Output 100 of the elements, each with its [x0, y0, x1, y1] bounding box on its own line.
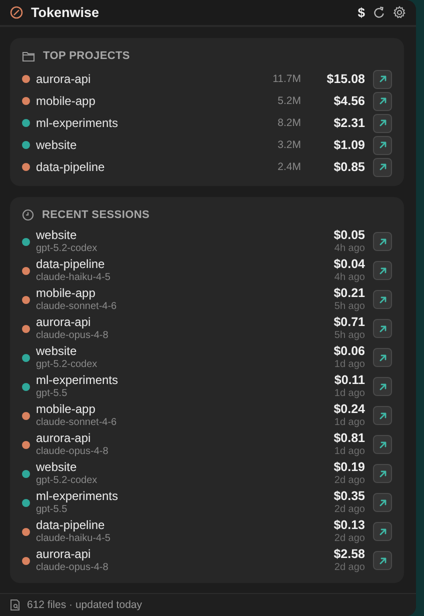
arrow-icon: [378, 440, 388, 450]
open-button[interactable]: [373, 319, 392, 338]
open-button[interactable]: [373, 290, 392, 310]
arrow-icon: [378, 352, 388, 363]
session-time: 5h ago: [334, 329, 365, 342]
arrow-icon: [378, 294, 388, 305]
arrow-icon: [378, 498, 388, 508]
model-name: gpt-5.2-codex: [36, 242, 98, 256]
open-button[interactable]: [373, 114, 392, 133]
session-cost: $0.11: [334, 373, 365, 388]
project-name: ml-experiments: [36, 116, 120, 130]
session-cost: $0.71: [334, 315, 365, 330]
clock-icon: [22, 209, 34, 222]
refresh-button[interactable]: [373, 6, 385, 20]
project-name: website: [36, 344, 78, 358]
open-button[interactable]: [373, 493, 392, 512]
arrow-icon: [378, 266, 388, 276]
project-cost: $0.85: [332, 160, 365, 174]
status-text: 612 files · updated today: [27, 599, 142, 612]
arrow-icon: [378, 556, 388, 566]
open-button[interactable]: [373, 348, 392, 368]
token-count: 2.4M: [276, 161, 301, 174]
project-name: mobile-app: [36, 286, 96, 300]
model-name: gpt-5.2-codex: [36, 358, 98, 372]
open-button[interactable]: [373, 92, 392, 111]
gauge-icon: [10, 6, 23, 20]
open-button[interactable]: [373, 377, 392, 396]
arrow-icon: [378, 410, 388, 421]
session-cost: $0.13: [334, 518, 365, 532]
session-time: 4h ago: [334, 271, 365, 284]
token-count: 8.2M: [276, 117, 301, 130]
session-cost: $0.06: [334, 344, 365, 358]
project-name: aurora-api: [36, 315, 92, 330]
folder-icon: [22, 50, 35, 62]
arrow-icon: [378, 162, 388, 172]
open-button[interactable]: [373, 70, 392, 89]
arrow-icon: [378, 526, 388, 537]
section-title: TOP PROJECTS: [43, 50, 130, 62]
model-name: claude-sonnet-4-6: [36, 300, 118, 314]
arrow-icon: [378, 468, 388, 479]
project-name: website: [36, 460, 78, 474]
project-name: mobile-app: [36, 402, 96, 416]
project-name: aurora-api: [36, 72, 92, 86]
project-cost: $15.08: [326, 72, 365, 86]
project-name: aurora-api: [36, 547, 92, 562]
session-cost: $0.05: [334, 228, 365, 242]
token-count: 5.2M: [276, 95, 301, 108]
session-time: 2d ago: [334, 474, 365, 488]
model-name: claude-sonnet-4-6: [36, 416, 118, 430]
open-button[interactable]: [373, 551, 392, 570]
model-name: gpt-5.5: [36, 387, 68, 400]
open-button[interactable]: [373, 158, 392, 177]
arrow-icon: [378, 96, 388, 106]
arrow-icon: [378, 140, 388, 150]
project-name: data-pipeline: [36, 518, 106, 532]
session-cost: $0.21: [334, 286, 365, 300]
project-name: data-pipeline: [36, 257, 106, 272]
model-name: claude-opus-4-8: [36, 561, 110, 574]
project-name: ml-experiments: [36, 489, 120, 504]
token-count: 11.7M: [272, 73, 301, 86]
app-title: Tokenwise: [31, 5, 100, 20]
project-cost: $4.56: [332, 94, 365, 108]
project-name: aurora-api: [36, 431, 92, 446]
model-name: claude-haiku-4-5: [36, 271, 112, 284]
session-time: 1d ago: [334, 445, 365, 458]
session-time: 1d ago: [334, 387, 365, 400]
project-cost: $2.31: [332, 116, 365, 130]
project-name: mobile-app: [36, 94, 96, 108]
open-button[interactable]: [373, 435, 392, 454]
arrow-icon: [378, 382, 388, 392]
session-cost: $0.35: [334, 489, 365, 504]
open-button[interactable]: [373, 232, 392, 252]
model-name: gpt-5.2-codex: [36, 474, 98, 488]
session-time: 2d ago: [334, 561, 365, 574]
session-cost: $0.81: [334, 431, 365, 446]
model-name: claude-haiku-4-5: [36, 532, 112, 546]
project-name: website: [36, 228, 78, 242]
session-cost: $2.58: [334, 547, 365, 562]
project-cost: $1.09: [332, 138, 365, 152]
open-button[interactable]: [373, 406, 392, 426]
currency-button[interactable]: $: [358, 5, 365, 20]
session-cost: $0.24: [334, 402, 365, 416]
open-button[interactable]: [373, 464, 392, 484]
arrow-icon: [378, 236, 388, 247]
session-cost: $0.04: [334, 257, 365, 272]
arrow-icon: [378, 118, 388, 128]
settings-button[interactable]: [393, 6, 406, 20]
session-time: 1d ago: [334, 416, 365, 430]
session-time: 2d ago: [334, 503, 365, 516]
open-button[interactable]: [373, 136, 392, 155]
model-name: claude-opus-4-8: [36, 445, 110, 458]
open-button[interactable]: [373, 261, 392, 280]
session-time: 1d ago: [334, 358, 365, 372]
document-icon: [10, 599, 20, 612]
arrow-icon: [378, 74, 388, 84]
open-button[interactable]: [373, 522, 392, 542]
session-cost: $0.19: [334, 460, 365, 474]
project-name: ml-experiments: [36, 373, 120, 388]
session-time: 5h ago: [334, 300, 365, 314]
model-name: gpt-5.5: [36, 503, 68, 516]
